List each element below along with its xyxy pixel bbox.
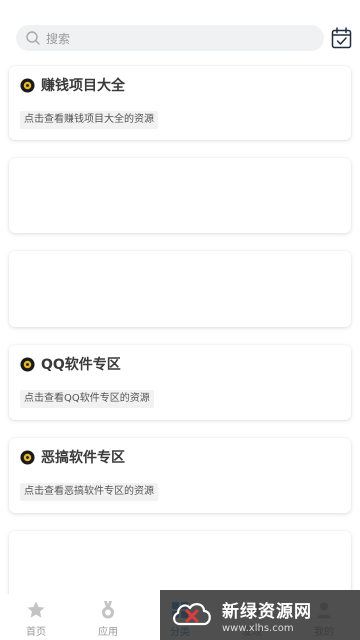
category-card[interactable]: 恶搞软件专区 点击查看恶搞软件专区的资源	[9, 438, 351, 513]
calendar-check-icon[interactable]	[331, 27, 352, 49]
watermark-title: 新绿资源网	[222, 601, 312, 622]
tab-home[interactable]: 首页	[0, 594, 72, 640]
tab-apps[interactable]: 应用	[72, 594, 144, 640]
tab-label: 应用	[98, 627, 118, 638]
category-card[interactable]	[9, 158, 351, 233]
coin-icon	[20, 449, 35, 465]
card-description: 点击查看恶搞软件专区的资源	[20, 483, 158, 501]
card-title-row: 赚钱项目大全	[20, 76, 125, 94]
watermark-url: www.xlhs.com	[222, 622, 294, 634]
category-card[interactable]: QQ软件专区 点击查看QQ软件专区的资源	[9, 345, 351, 420]
coin-icon	[20, 77, 35, 93]
card-title-row: QQ软件专区	[20, 355, 121, 373]
medal-icon	[102, 601, 114, 619]
coin-icon	[20, 356, 35, 372]
category-card[interactable]	[9, 251, 351, 327]
search-icon	[26, 31, 40, 45]
category-card[interactable]: 赚钱项目大全 点击查看赚钱项目大全的资源	[9, 66, 351, 140]
search-bar[interactable]: 搜索	[16, 25, 324, 51]
card-title-row: 恶搞软件专区	[20, 448, 125, 466]
card-title: QQ软件专区	[41, 357, 121, 373]
tab-label: 首页	[26, 627, 46, 638]
card-description: 点击查看赚钱项目大全的资源	[20, 111, 158, 129]
star-icon	[27, 601, 45, 618]
card-description: 点击查看QQ软件专区的资源	[20, 390, 154, 408]
card-title: 恶搞软件专区	[41, 450, 125, 466]
search-placeholder: 搜索	[46, 31, 71, 46]
watermark-logo-icon	[173, 603, 211, 626]
watermark-text: 新绿资源网 www.xlhs.com	[222, 597, 312, 634]
watermark: 新绿资源网 www.xlhs.com	[160, 590, 360, 640]
card-title: 赚钱项目大全	[41, 78, 125, 94]
top-bar: 搜索	[0, 0, 360, 62]
